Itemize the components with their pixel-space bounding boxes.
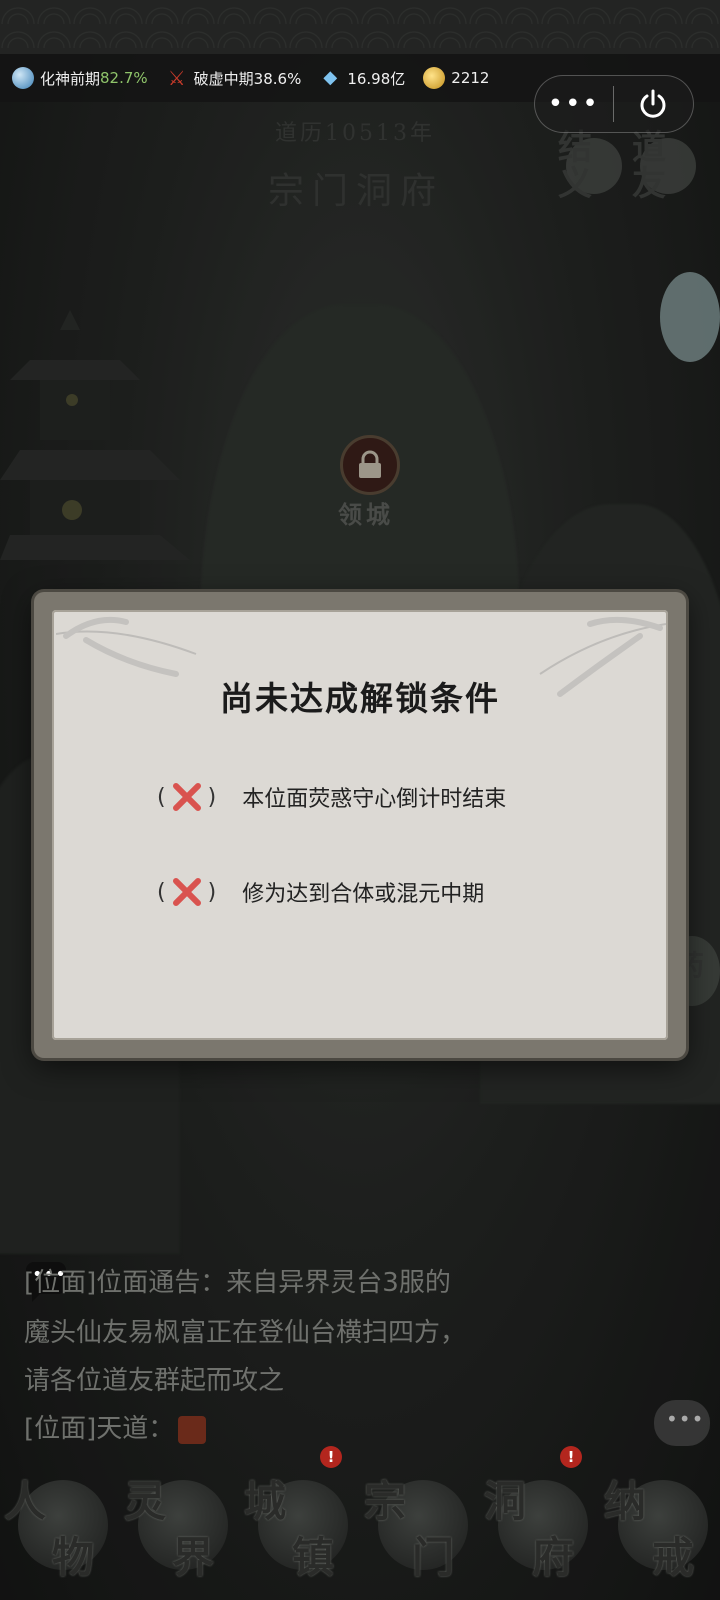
nav-label-char: 府 (532, 1533, 575, 1582)
yin-yang-icon (12, 67, 34, 89)
unmet-cross-icon (172, 783, 201, 811)
nav-label-char: 物 (52, 1533, 95, 1582)
nav-town[interactable]: 城 镇 ! (240, 1446, 360, 1600)
nav-label-char: 宗 (364, 1477, 407, 1526)
nav-label-char: 镇 (292, 1533, 335, 1582)
chat-message-line: 请各位道友群起而攻之 (24, 1366, 285, 1396)
nav-spirit-realm[interactable]: 灵 界 (120, 1460, 240, 1600)
notification-badge: ! (560, 1446, 582, 1468)
rank-stat: ⚔ 破虚中期38.6% (166, 67, 302, 89)
chat-message-line: [位面]位面通告：来自异界灵台3服的 (24, 1268, 451, 1298)
open-chat-button[interactable]: ••• (654, 1400, 710, 1446)
nav-label-char: 洞 (484, 1477, 527, 1526)
unlock-condition-row: ( ) 修为达到合体或混元中期 (157, 875, 484, 909)
nav-label-char: 戒 (652, 1533, 695, 1582)
close-app-button[interactable] (614, 87, 694, 121)
cultivation-label: 化神前期 (40, 69, 101, 88)
condition-text: 本位面荧惑守心倒计时结束 (242, 787, 507, 812)
paren-close: ) (207, 879, 217, 905)
nav-storage-ring[interactable]: 纳 戒 (600, 1460, 720, 1600)
nav-sect[interactable]: 宗 门 (360, 1460, 480, 1600)
cultivation-percent: 82.7% (100, 69, 148, 87)
bottom-navigation: 人 物 灵 界 城 镇 ! 宗 门 洞 府 ! 纳 戒 (0, 1446, 720, 1600)
nav-character[interactable]: 人 物 (0, 1460, 120, 1600)
chat-message-line: 魔头仙友易枫富正在登仙台横扫四方， (24, 1318, 467, 1348)
nav-cave-dwelling[interactable]: 洞 府 ! (480, 1446, 600, 1600)
spirit-stone-count: 16.98亿 (347, 69, 406, 88)
nav-label-char: 界 (172, 1533, 215, 1582)
nav-label-char: 纳 (604, 1477, 647, 1526)
mini-program-capsule: ••• (534, 75, 694, 133)
spirit-stone-stat: ◆ 16.98亿 (319, 67, 405, 89)
condition-text: 修为达到合体或混元中期 (242, 882, 485, 907)
dialog-title: 尚未达成解锁条件 (220, 679, 500, 718)
nav-label-char: 城 (244, 1477, 287, 1526)
paren-open: ( (157, 784, 166, 810)
nav-label-char: 灵 (124, 1477, 167, 1526)
unmet-cross-icon (172, 878, 201, 906)
chat-sender-prefix: [位面]天道： (24, 1414, 175, 1444)
chat-message-line: [位面]天道： (24, 1408, 207, 1445)
gold-count: 2212 (451, 69, 490, 87)
sword-emblem-icon: ⚔ (167, 66, 186, 90)
more-options-button[interactable]: ••• (535, 75, 613, 133)
crystal-icon: ◆ (323, 67, 338, 88)
cultivation-stat: 化神前期 82.7% (12, 67, 148, 89)
paren-close: ) (207, 784, 217, 810)
paren-open: ( (157, 879, 166, 905)
gold-coin-icon (423, 67, 446, 89)
notification-badge: ! (320, 1446, 342, 1468)
nav-label-char: 门 (412, 1533, 455, 1582)
nav-label-char: 人 (4, 1477, 47, 1526)
sender-avatar (178, 1415, 207, 1444)
gold-stat: 2212 (423, 67, 489, 89)
rank-label: 破虚中期38.6% (193, 69, 302, 88)
unlock-condition-row: ( ) 本位面荧惑守心倒计时结束 (157, 780, 506, 814)
power-icon (640, 89, 666, 118)
